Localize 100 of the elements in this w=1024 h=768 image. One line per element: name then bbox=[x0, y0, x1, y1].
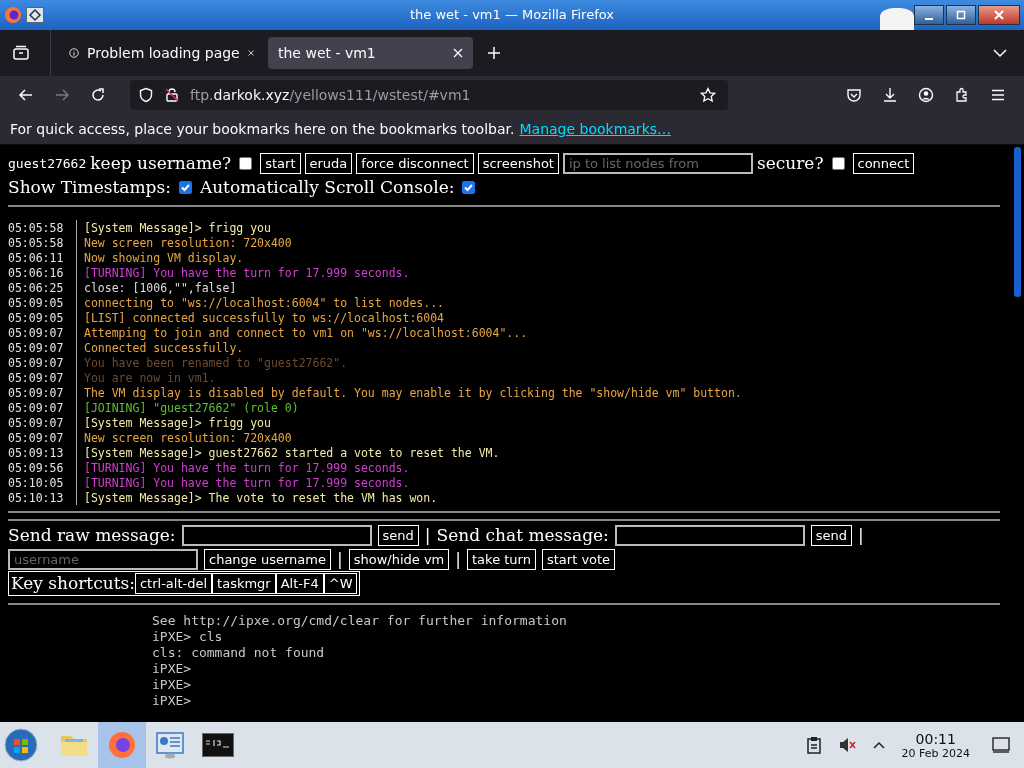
auto-scroll-checkbox[interactable] bbox=[462, 181, 476, 194]
menu-icon[interactable] bbox=[990, 87, 1006, 103]
log-message: New screen resolution: 720x400 bbox=[84, 235, 292, 250]
ip-field[interactable]: ip to list nodes from bbox=[562, 153, 753, 174]
log-message: [TURNING] You have the turn for 17.999 seconds. bbox=[84, 265, 410, 280]
browser-tab[interactable]: the wet - vm1 bbox=[268, 37, 473, 69]
star-icon[interactable] bbox=[700, 87, 716, 103]
bookmarks-hint: For quick access, place your bookmarks here on the bookmarks toolbar. bbox=[10, 121, 515, 137]
plus-icon[interactable] bbox=[487, 46, 501, 60]
username-field[interactable]: username bbox=[8, 548, 198, 570]
log-timestamp: 05:09:07 bbox=[8, 430, 65, 445]
tab-title: the wet - vm1 bbox=[278, 45, 377, 61]
send-button[interactable]: send bbox=[810, 524, 853, 546]
log-message: Attemping to join and connect to vm1 on "ws://localhost:6004"... bbox=[84, 325, 528, 340]
take-turn-button[interactable]: take turn bbox=[467, 548, 536, 570]
show-desktop-icon[interactable] bbox=[992, 737, 1010, 753]
log-message: [System Message]> frigg you bbox=[84, 415, 271, 430]
raw-message-field[interactable] bbox=[181, 524, 372, 546]
forward-icon bbox=[54, 87, 70, 103]
log-timestamp: 05:09:05 bbox=[8, 295, 65, 310]
log-timestamp: 05:09:05 bbox=[8, 310, 65, 325]
log-timestamp: 05:10:13 bbox=[8, 490, 65, 505]
log-timestamp: 05:09:07 bbox=[8, 355, 65, 370]
separator: | bbox=[455, 549, 461, 569]
log-timestamp: 05:09:07 bbox=[8, 400, 65, 415]
secure-checkbox[interactable] bbox=[831, 157, 845, 170]
shortcut-button[interactable]: ctrl-alt-del bbox=[134, 572, 213, 594]
tab-title: Problem loading page bbox=[87, 45, 240, 61]
shortcut-button[interactable]: Alt-F4 bbox=[275, 572, 324, 594]
log-message: New screen resolution: 720x400 bbox=[84, 430, 292, 445]
change-username-button[interactable]: change username bbox=[204, 548, 331, 570]
monitor-icon bbox=[155, 730, 185, 760]
control-button[interactable]: eruda bbox=[304, 153, 353, 174]
back-icon[interactable] bbox=[18, 87, 34, 103]
puzzle-icon[interactable] bbox=[954, 87, 970, 103]
auto-scroll-label: Automatically Scroll Console: bbox=[199, 177, 455, 197]
vm-screen[interactable]: See http://ipxe.org/cmd/clear for further information iPXE> cls cls: command not found iPXE> iPXE> iPXE> bbox=[0, 607, 1008, 722]
show-hide-vm-button[interactable]: show/hide vm bbox=[348, 548, 450, 570]
browser-tab[interactable]: Problem loading page bbox=[59, 37, 264, 69]
info-icon bbox=[69, 45, 80, 61]
insecure-lock-icon[interactable] bbox=[164, 87, 180, 103]
terminal-line: iPXE> bbox=[152, 661, 193, 677]
tab-overview-icon[interactable] bbox=[12, 44, 30, 62]
log-message: [System Message]> The vote to reset the VM has won. bbox=[84, 490, 438, 505]
log-message: [JOINING] "guest27662" (role 0) bbox=[84, 400, 299, 415]
separator: | bbox=[424, 525, 431, 545]
username-label: guest27662 bbox=[8, 156, 87, 171]
log-timestamp: 05:06:11 bbox=[8, 250, 65, 265]
start-orb-icon[interactable] bbox=[4, 728, 38, 762]
muted-speaker-icon[interactable] bbox=[837, 736, 856, 754]
show-timestamps-label: Show Timestamps: bbox=[8, 176, 171, 199]
manage-bookmarks-link[interactable]: Manage bookmarks… bbox=[519, 121, 672, 137]
browser-taskbar-button[interactable] bbox=[98, 722, 146, 768]
shield-icon[interactable] bbox=[138, 87, 154, 103]
log-message: Now showing VM display. bbox=[84, 250, 244, 265]
show-timestamps-checkbox[interactable] bbox=[178, 181, 192, 194]
address-bar[interactable]: ftp.darkok.xyz/yellows111/wstest/#vm1 bbox=[130, 80, 728, 110]
log-timestamp: 05:06:16 bbox=[8, 265, 65, 280]
secure-label: secure? bbox=[756, 153, 824, 173]
browser-logo-icon bbox=[107, 730, 137, 760]
close-icon[interactable] bbox=[247, 48, 254, 58]
clock-time[interactable]: 00:11 bbox=[915, 730, 956, 747]
log-message: Connected successfully. bbox=[84, 340, 244, 355]
send-button[interactable]: send bbox=[377, 524, 419, 546]
clipboard-icon[interactable] bbox=[805, 736, 822, 754]
start-vote-button[interactable]: start vote bbox=[541, 548, 616, 570]
close-button[interactable] bbox=[978, 5, 1020, 25]
control-button[interactable]: start bbox=[260, 153, 301, 174]
connect-button[interactable]: connect bbox=[852, 153, 915, 174]
log-message: [LIST] connected successfully to ws://localhost:6004 bbox=[84, 310, 445, 325]
terminal-icon bbox=[202, 733, 234, 757]
log-message: [System Message]> guest27662 started a vote to reset the VM. bbox=[84, 445, 500, 460]
log-timestamp: 05:05:58 bbox=[8, 220, 65, 235]
pocket-icon[interactable] bbox=[846, 87, 862, 103]
chat-message-field[interactable] bbox=[614, 524, 805, 546]
log-timestamp: 05:09:07 bbox=[8, 340, 65, 355]
control-button[interactable]: force disconnect bbox=[356, 153, 474, 174]
log-message: You have been renamed to "guest27662". bbox=[84, 355, 348, 370]
log-timestamp: 05:09:07 bbox=[8, 370, 65, 385]
log-timestamp: 05:09:56 bbox=[8, 460, 65, 475]
log-message: You are now in vm1. bbox=[84, 370, 216, 385]
maximize-button[interactable] bbox=[946, 5, 976, 25]
terminal-line: cls: command not found bbox=[152, 645, 326, 661]
terminal-line: iPXE> bbox=[152, 693, 193, 709]
reload-icon[interactable] bbox=[90, 87, 106, 103]
url-text: ftp.darkok.xyz/yellows111/wstest/#vm1 bbox=[190, 87, 471, 103]
account-icon[interactable] bbox=[918, 87, 934, 103]
raw-message-label: Send raw message: bbox=[8, 525, 176, 545]
shortcut-button[interactable]: ^W bbox=[323, 572, 358, 594]
keep-username-checkbox[interactable] bbox=[239, 157, 253, 170]
clock-date[interactable]: 20 Feb 2024 bbox=[901, 746, 970, 760]
log-timestamp: 05:09:13 bbox=[8, 445, 65, 460]
diamond-icon[interactable] bbox=[26, 7, 44, 23]
download-icon[interactable] bbox=[882, 87, 898, 103]
maximize-icon bbox=[956, 10, 966, 20]
log-message: [System Message]> frigg you bbox=[84, 220, 271, 235]
shortcut-button[interactable]: taskmgr bbox=[212, 572, 276, 594]
minimize-button[interactable] bbox=[914, 5, 944, 25]
close-icon[interactable] bbox=[453, 48, 463, 58]
control-button[interactable]: screenshot bbox=[477, 153, 559, 174]
